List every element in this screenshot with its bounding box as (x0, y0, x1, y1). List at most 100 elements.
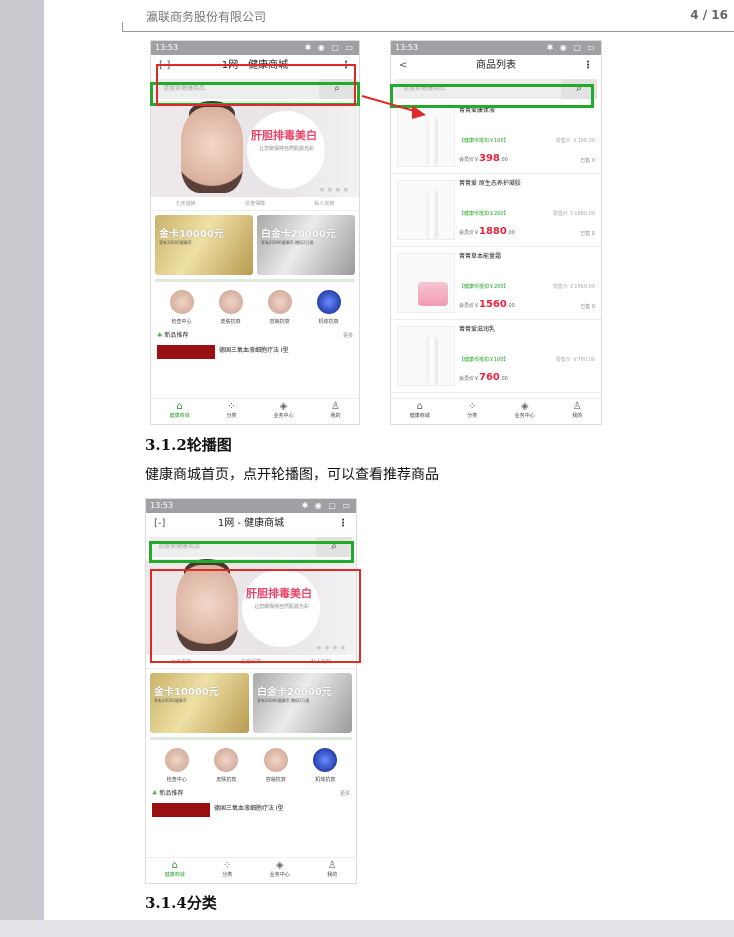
gold-card[interactable]: 金卡10000元 享有10000健康币 (150, 673, 249, 733)
arrow-icon (361, 95, 426, 119)
jar-image (418, 282, 448, 306)
category-face[interactable]: 容貌抗衰 (267, 290, 292, 325)
gold-card-sub: 享有10000健康币 (159, 240, 192, 245)
gold-card[interactable]: 金卡10000元 享有10000健康币 (155, 215, 253, 275)
status-time: 13:53 (150, 501, 174, 510)
menu-icon[interactable]: ⋮ (583, 55, 593, 77)
new-products-header: ♣ 新品推荐 更多 (151, 329, 359, 343)
more-link[interactable]: 更多 (340, 787, 350, 801)
category-body[interactable]: 机体抗衰 (313, 748, 338, 783)
category-row: 检查中心 皮肤抗衰 容貌抗衰 机体抗衰 (146, 740, 356, 783)
member-cents: .00 (506, 303, 515, 309)
retail-price: 零售价 ￥760.00 (555, 357, 595, 363)
category-avatar (214, 748, 239, 772)
member-price: 会员价￥760.00 (459, 372, 508, 383)
grid-icon: ⁘ (227, 401, 236, 412)
category-label: 机体抗衰 (318, 319, 339, 325)
tab-mine[interactable]: ♙ 我的 (330, 399, 340, 424)
compass-icon: ◈ (275, 860, 284, 871)
member-amount: 1560 (479, 299, 507, 310)
app-title: 1网 - 健康商城 (217, 518, 285, 529)
user-icon: ♙ (331, 401, 340, 412)
sold-count: 已售 0 (580, 158, 595, 164)
bottom-scrollbar[interactable] (0, 920, 734, 937)
category-body[interactable]: 机体抗衰 (316, 290, 341, 325)
platinum-card[interactable]: 白金卡20000元 享有20000健康币 赠权2万报 (257, 215, 355, 275)
product-image (397, 326, 455, 386)
back-icon[interactable]: < (399, 55, 407, 77)
product-row[interactable]: 德国三氧血液细胞疗法 I型 (151, 343, 359, 361)
feature-custom: 私人定制 (314, 201, 335, 207)
menu-icon[interactable]: ⋮ (338, 513, 348, 535)
page-gutter (0, 0, 44, 937)
compass-icon: ◈ (279, 401, 288, 412)
membership-cards: 金卡10000元 享有10000健康币 白金卡20000元 享有20000健康币 赠… (151, 211, 359, 279)
member-price: 会员价￥1560.00 (459, 299, 515, 310)
category-avatar (164, 748, 189, 772)
tab-business[interactable]: ◈ 业务中心 (270, 858, 290, 883)
tab-mall[interactable]: ⌂ 健康商城 (169, 399, 189, 424)
status-icons: ✱ ◉ ▢ ▭ (304, 43, 355, 52)
carousel-banner[interactable]: 肝胆排毒美白 让您做保持自然肌底光彩 ● ● ● ● (151, 101, 359, 197)
membership-cards: 金卡10000元 享有10000健康币 白金卡20000元 享有20000健康币 赠… (146, 669, 356, 737)
bottle-image (426, 191, 438, 239)
status-bar: 13:53 ✱ ◉ ▢ ▭ (391, 41, 601, 55)
product-row[interactable]: 德国三氧血液细胞疗法 I型 (146, 801, 356, 819)
category-avatar (218, 290, 243, 314)
category-check[interactable]: 检查中心 (164, 748, 189, 783)
coin-discount: 【健康币抵扣￥100】 (459, 138, 509, 144)
list-item[interactable]: 菁菁爱 原生态养护凝胶 【健康币抵扣￥200】 零售价 ￥1880.00 会员价… (391, 174, 601, 247)
tab-mine[interactable]: ♙ 我的 (572, 399, 582, 424)
status-time: 13:53 (155, 43, 179, 52)
member-label: 会员价￥ (459, 303, 480, 309)
section-body: 健康商城首页，点开轮播图，可以查看推荐商品 (145, 467, 439, 483)
category-label: 容貌抗衰 (269, 319, 290, 325)
coin-discount: 【健康币抵扣￥200】 (459, 284, 509, 290)
gold-card-sub: 享有10000健康币 (154, 698, 187, 703)
status-icons: ✱ ◉ ▢ ▭ (301, 501, 352, 510)
category-row: 检查中心 皮肤抗衰 容貌抗衰 机体抗衰 (151, 282, 359, 325)
list-item[interactable]: 菁菁爱滋润乳 【健康币抵扣￥100】 零售价 ￥760.00 会员价￥760.0… (391, 320, 601, 393)
list-item[interactable]: 菁菁草本能量霜 【健康币抵扣￥200】 零售价 ￥1560.00 会员价￥156… (391, 247, 601, 320)
banner-model-image (181, 107, 243, 193)
category-face[interactable]: 容貌抗衰 (263, 748, 288, 783)
member-cents: .00 (499, 157, 508, 163)
coin-discount: 【健康币抵扣￥200】 (459, 211, 509, 217)
tab-business[interactable]: ◈ 业务中心 (273, 399, 293, 424)
banner-subtitle: 让您做保持自然肌底光彩 (259, 146, 315, 152)
retail-price: 零售价 ￥1880.00 (552, 211, 595, 217)
leaf-icon: ♣ (152, 790, 158, 797)
document-page: 瀛联商务股份有限公司 4 / 16 13:53 ✱ ◉ ▢ ▭ [-] 1网 - … (44, 0, 734, 920)
platinum-card[interactable]: 白金卡20000元 享有20000健康币 赠权2万报 (253, 673, 352, 733)
page-number: 4 / 16 (690, 8, 728, 22)
tab-label: 我的 (327, 872, 338, 878)
category-check[interactable]: 检查中心 (169, 290, 194, 325)
new-label: 新品推荐 (164, 332, 189, 339)
category-skin[interactable]: 皮肤抗衰 (218, 290, 243, 325)
member-cents: .00 (499, 376, 508, 382)
tab-mall[interactable]: ⌂ 健康商城 (165, 858, 185, 883)
tab-category[interactable]: ⁘ 分类 (467, 399, 477, 424)
category-label: 检查中心 (166, 777, 187, 783)
category-label: 皮肤抗衰 (216, 777, 237, 783)
member-label: 会员价￥ (459, 157, 480, 163)
tab-category[interactable]: ⁘ 分类 (226, 399, 236, 424)
scan-icon[interactable]: [-] (154, 513, 165, 535)
new-products-header: ♣ 新品推荐 更多 (146, 787, 356, 801)
tab-business[interactable]: ◈ 业务中心 (515, 399, 535, 424)
carousel-dots[interactable]: ● ● ● ● (320, 187, 349, 193)
category-avatar (263, 748, 288, 772)
tab-category[interactable]: ⁘ 分类 (222, 858, 232, 883)
category-skin[interactable]: 皮肤抗衰 (214, 748, 239, 783)
home-icon: ⌂ (416, 401, 423, 412)
title-bar: [-] 1网 - 健康商城 ⋮ (146, 513, 356, 535)
user-icon: ♙ (572, 401, 582, 412)
carousel-highlight-red (150, 569, 361, 663)
category-avatar (267, 290, 292, 314)
tab-mall[interactable]: ⌂ 健康商城 (410, 399, 430, 424)
tab-label: 健康商城 (409, 413, 430, 419)
more-link[interactable]: 更多 (343, 329, 353, 343)
tab-mine[interactable]: ♙ 我的 (327, 858, 337, 883)
home-icon: ⌂ (176, 401, 183, 412)
new-label: 新品推荐 (159, 790, 184, 797)
